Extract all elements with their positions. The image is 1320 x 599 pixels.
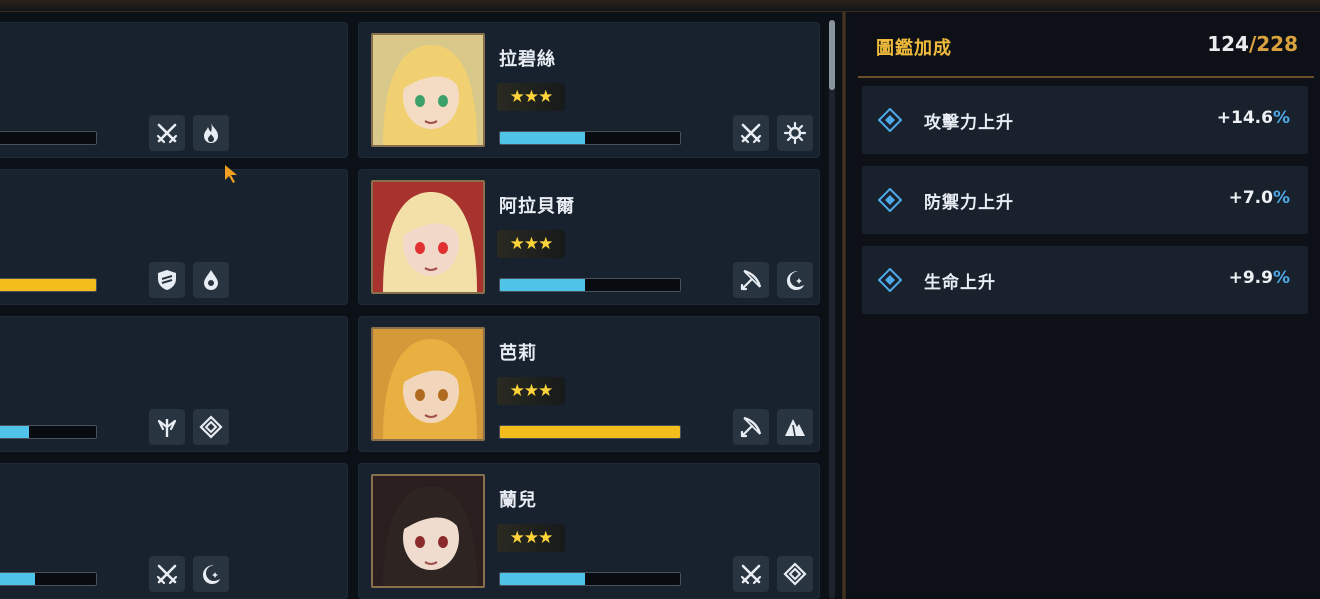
progress-fill xyxy=(500,132,585,144)
character-portrait xyxy=(371,33,485,147)
progress-fill xyxy=(0,279,96,291)
character-card[interactable]: 拉碧絲 ★★★ xyxy=(358,22,820,158)
diamond-icon xyxy=(878,268,902,292)
bow-icon xyxy=(740,269,762,291)
stat-value: +7.0% xyxy=(1229,188,1290,208)
crossed-swords-icon xyxy=(156,564,178,585)
progress-bar xyxy=(499,572,681,586)
stat-number: +9.9 xyxy=(1228,268,1273,288)
character-name: 芭莉 xyxy=(499,343,537,364)
bow-badge[interactable] xyxy=(733,262,769,298)
stat-value: +9.9% xyxy=(1229,268,1290,288)
crossed-swords-badge[interactable] xyxy=(733,115,769,151)
staff-badge[interactable] xyxy=(149,409,185,445)
progress-bar xyxy=(499,278,681,292)
star-rating: ★★★ xyxy=(497,230,565,258)
fire-icon xyxy=(204,123,218,143)
mountain-badge[interactable] xyxy=(777,409,813,445)
star-rating: ★★★ xyxy=(497,524,565,552)
top-border xyxy=(0,0,1320,12)
character-card[interactable]: 瑞皮娜★★★ xyxy=(0,463,348,599)
bow-badge[interactable] xyxy=(733,409,769,445)
scrollbar-thumb[interactable] xyxy=(829,20,835,90)
crescent-moon-icon xyxy=(203,565,220,584)
character-card[interactable]: 瑪麗娜★★★ xyxy=(0,169,348,305)
stat-row: 生命上升 +9.9% xyxy=(862,246,1308,314)
character-name: 拉碧絲 xyxy=(499,49,556,70)
character-card[interactable]: 普莉菲絲★★★ xyxy=(0,22,348,158)
panel-header: 圖鑑加成 124/228 xyxy=(858,14,1314,78)
sun-gear-badge[interactable] xyxy=(777,115,813,151)
character-list[interactable]: 普莉菲絲★★★ 拉碧絲 ★★★ 瑪麗娜★★★ 阿拉貝爾 ★★★ 伊娃★★★ 芭莉 ★★★ 瑞皮娜★… xyxy=(0,12,838,599)
stat-number: +14.6 xyxy=(1216,108,1273,128)
progress-bar xyxy=(0,425,97,439)
stat-row: 防禦力上升 +7.0% xyxy=(862,166,1308,234)
progress-bar xyxy=(0,278,97,292)
diamond-rune-badge[interactable] xyxy=(193,409,229,445)
stat-unit: % xyxy=(1272,268,1290,288)
crossed-swords-badge[interactable] xyxy=(733,556,769,592)
bow-icon xyxy=(740,416,762,438)
character-portrait xyxy=(371,327,485,441)
crossed-swords-badge[interactable] xyxy=(149,115,185,151)
shield-icon xyxy=(158,270,176,290)
character-portrait xyxy=(371,474,485,588)
count-current: 124 xyxy=(1207,32,1249,56)
progress-bar xyxy=(0,131,97,145)
progress-bar xyxy=(499,425,681,439)
character-portrait xyxy=(371,180,485,294)
crossed-swords-badge[interactable] xyxy=(149,556,185,592)
mountain-icon xyxy=(785,419,805,437)
character-name: 阿拉貝爾 xyxy=(499,196,575,217)
diamond-rune-badge[interactable] xyxy=(777,556,813,592)
diamond-rune-icon xyxy=(199,415,223,439)
crescent-moon-badge[interactable] xyxy=(777,262,813,298)
progress-fill xyxy=(0,426,30,438)
water-drop-badge[interactable] xyxy=(193,262,229,298)
sun-gear-icon xyxy=(783,121,807,145)
panel-divider xyxy=(842,12,846,599)
fire-badge[interactable] xyxy=(193,115,229,151)
stat-label: 防禦力上升 xyxy=(924,193,1014,213)
collection-count: 124/228 xyxy=(1207,32,1298,56)
star-rating: ★★★ xyxy=(497,377,565,405)
character-card[interactable]: 伊娃★★★ xyxy=(0,316,348,452)
progress-fill xyxy=(500,426,680,438)
panel-title: 圖鑑加成 xyxy=(876,38,952,59)
character-card[interactable]: 阿拉貝爾 ★★★ xyxy=(358,169,820,305)
progress-fill xyxy=(500,279,585,291)
staff-icon xyxy=(157,419,177,437)
progress-fill xyxy=(0,573,35,585)
diamond-icon xyxy=(878,108,902,132)
character-card[interactable]: 蘭兒 ★★★ xyxy=(358,463,820,599)
stat-number: +7.0 xyxy=(1228,188,1273,208)
crescent-moon-badge[interactable] xyxy=(193,556,229,592)
progress-fill xyxy=(500,573,585,585)
crossed-swords-icon xyxy=(156,123,178,144)
progress-bar xyxy=(499,131,681,145)
progress-bar xyxy=(0,572,97,586)
stat-label: 生命上升 xyxy=(924,273,996,293)
crossed-swords-icon xyxy=(740,564,762,585)
character-card[interactable]: 芭莉 ★★★ xyxy=(358,316,820,452)
crescent-moon-icon xyxy=(787,271,804,290)
scrollbar-track[interactable] xyxy=(829,20,835,599)
diamond-rune-icon xyxy=(783,562,807,586)
count-total: 228 xyxy=(1256,32,1298,56)
diamond-icon xyxy=(878,188,902,212)
crossed-swords-icon xyxy=(740,123,762,144)
stat-unit: % xyxy=(1272,188,1290,208)
shield-badge[interactable] xyxy=(149,262,185,298)
stat-row: 攻擊力上升 +14.6% xyxy=(862,86,1308,154)
water-drop-icon xyxy=(204,270,218,290)
stat-label: 攻擊力上升 xyxy=(924,113,1014,133)
stat-unit: % xyxy=(1272,108,1290,128)
stat-value: +14.6% xyxy=(1217,108,1290,128)
star-rating: ★★★ xyxy=(497,83,565,111)
character-name: 蘭兒 xyxy=(499,490,537,511)
mouse-cursor-icon xyxy=(225,165,237,183)
